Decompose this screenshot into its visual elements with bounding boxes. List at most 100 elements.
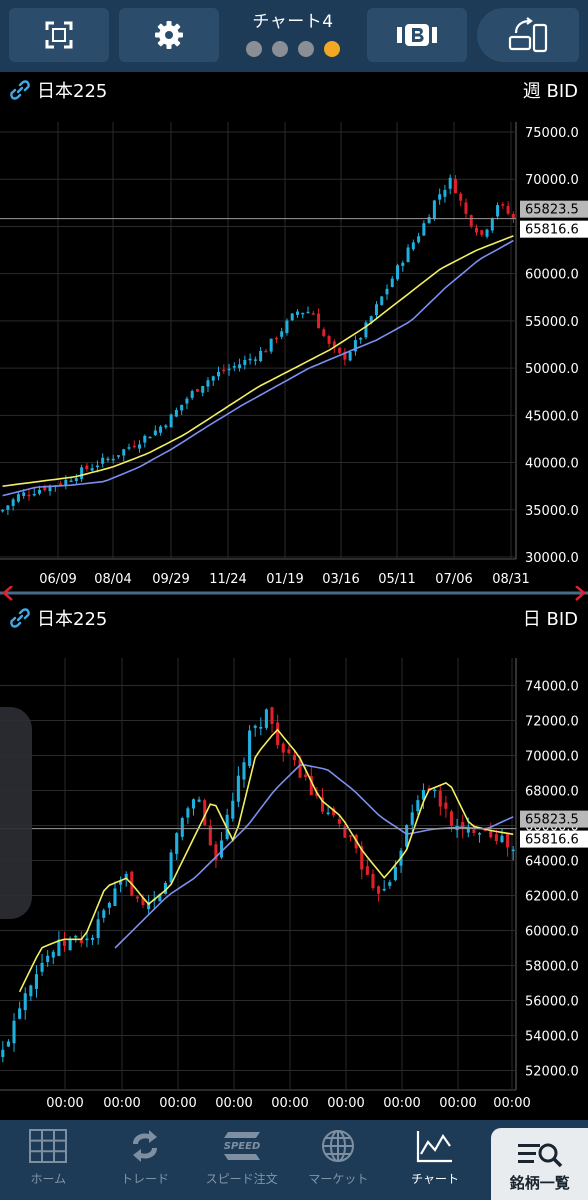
candle-up [11,499,15,506]
y-tick-label: 70000.0 [525,173,579,188]
candle-up [22,492,26,496]
candle-up [169,414,173,428]
candle-down [264,350,268,353]
candle-down [506,833,510,848]
candle-up [374,304,378,315]
candle-up [6,1041,10,1047]
candle-up [138,444,142,449]
y-tick-label: 74000.0 [525,680,579,695]
bid-ask-toggle-button[interactable] [367,8,467,62]
candle-up [6,505,10,510]
weekly-candlestick-chart[interactable]: 75000.070000.065000.060000.055000.050000… [0,74,588,586]
candle-up [116,455,120,457]
fullscreen-button[interactable] [9,8,109,62]
candle-up [95,465,99,468]
candle-up [180,404,184,411]
page-dot-4-active[interactable] [324,41,340,57]
page-dot-2[interactable] [272,41,288,57]
candle-up [180,818,184,837]
candle-up [16,494,20,502]
svg-text:SPEED: SPEED [223,1141,260,1152]
daily-candlestick-chart[interactable]: 74000.072000.070000.068000.066000.064000… [0,602,588,1120]
x-tick-label: 00:00 [215,1096,252,1111]
candle-up [186,808,190,818]
trade-cycle-icon [133,1130,157,1162]
nav-speed-order[interactable]: SPEED スピード注文 [193,1120,290,1200]
y-tick-label: 64000.0 [525,855,579,870]
x-tick-label: 01/19 [266,572,303,586]
candle-down [377,886,381,894]
home-grid-icon [29,1129,68,1163]
chart-divider[interactable] [0,586,588,602]
candle-up [390,278,394,287]
candle-down [281,743,285,753]
candle-up [91,937,95,940]
candle-up [242,762,246,780]
nav-home[interactable]: ホーム [0,1120,97,1200]
candle-up [69,480,73,483]
nav-trade-label: トレード [121,1172,170,1186]
y-tick-label: 62000.0 [525,890,579,905]
chart-icon [416,1131,453,1163]
x-tick-label: 08/31 [492,572,529,586]
candle-up [236,775,240,802]
nav-trade[interactable]: トレード [97,1120,194,1200]
side-drawer-handle[interactable] [0,707,32,919]
current-price-upper-label: 65823.5 [525,203,579,218]
settings-button[interactable] [119,8,219,62]
candle-up [148,436,152,439]
candle-down [506,205,510,214]
nav-symbol-list[interactable]: 銘柄一覧 [491,1128,588,1200]
x-tick-label: 00:00 [159,1096,196,1111]
candle-up [85,938,89,941]
candle-down [317,313,321,329]
candle-up [253,725,257,728]
candle-down [85,465,89,470]
rotate-screen-button[interactable] [477,8,579,62]
candle-down [43,487,47,491]
candle-down [311,313,315,315]
page-dot-1[interactable] [246,41,262,57]
y-tick-label: 60000.0 [525,268,579,283]
candle-down [449,811,454,826]
candle-down [472,829,476,833]
candle-down [327,336,331,344]
candle-down [132,445,136,448]
x-tick-label: 08/04 [94,572,131,586]
candle-up [269,338,273,352]
candle-up [388,882,392,886]
page-dot-3[interactable] [298,41,314,57]
candle-up [153,430,157,436]
candle-up [280,331,284,337]
candle-up [393,866,397,881]
candle-up [359,337,363,340]
chart-page-indicator[interactable]: チャート4 [225,8,361,64]
candle-up [127,447,131,449]
x-tick-label: 07/06 [435,572,472,586]
candle-down [511,214,515,218]
symbol-list-search-icon [517,1143,562,1167]
nav-market[interactable]: マーケット [290,1120,387,1200]
candle-up [80,467,84,479]
candle-up [364,322,368,338]
bottom-navigation: ホーム トレード SPEED スピード注文 マーケット チャート 銘柄一覧 [0,1120,588,1200]
gear-icon [155,21,183,49]
candle-down [338,347,342,353]
candle-down [501,204,505,206]
x-tick-label: 03/16 [322,572,359,586]
candle-up [185,398,189,404]
nav-speed-order-label: スピード注文 [205,1172,278,1186]
candle-up [232,366,236,368]
current-price-upper-label: 65823.5 [525,813,579,828]
candle-down [59,483,63,486]
speed-order-icon: SPEED [223,1132,260,1160]
candle-up [417,236,421,243]
top-bar: チャート4 [0,0,588,72]
candle-up [175,833,179,854]
candle-down [222,369,226,372]
y-tick-label: 58000.0 [525,960,579,975]
y-tick-label: 40000.0 [525,457,579,472]
candle-up [96,919,100,938]
y-tick-label: 52000.0 [525,1065,579,1080]
nav-chart[interactable]: チャート [387,1120,484,1200]
